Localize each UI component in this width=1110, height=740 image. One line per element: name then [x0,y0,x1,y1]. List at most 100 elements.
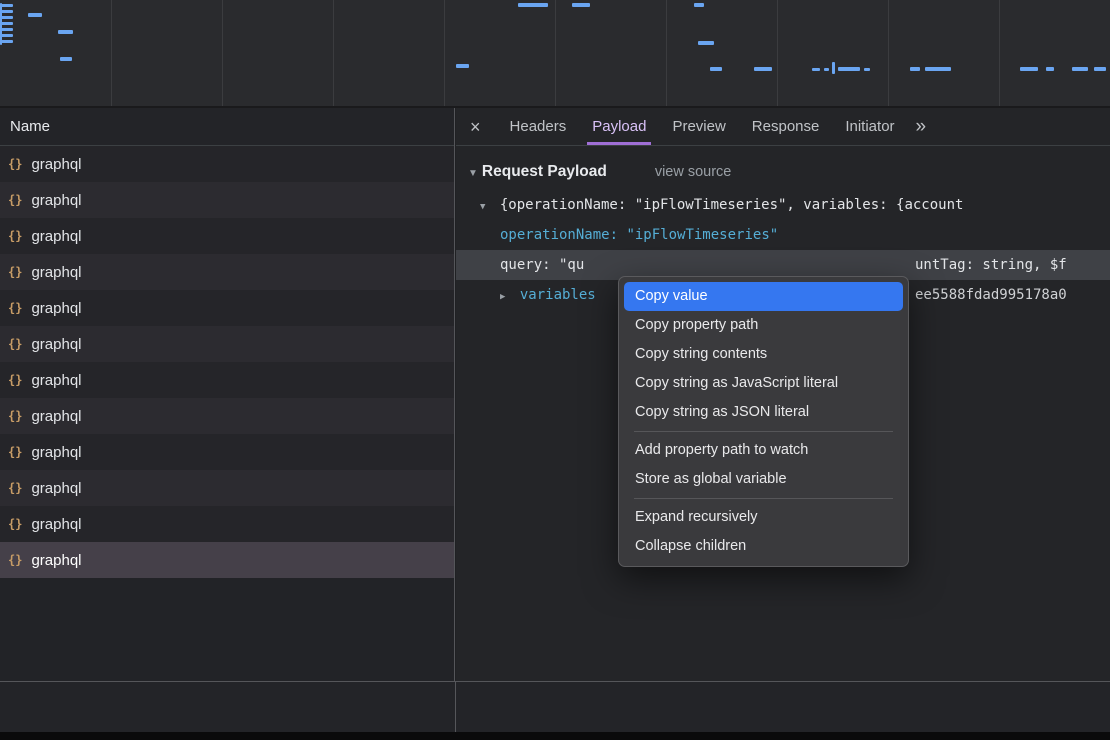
timeline-bar [28,13,42,17]
panel-divider[interactable] [455,682,456,732]
timeline-bar [1,28,13,31]
request-row[interactable]: {} graphql [0,434,454,470]
fetch-icon: {} [8,481,22,495]
property-value: "ipFlowTimeseries" [626,227,778,243]
fetch-icon: {} [8,553,22,567]
timeline-bar [754,67,772,71]
timeline-bar [1,22,13,25]
timeline-bar [812,68,820,71]
request-row[interactable]: {}graphql [0,218,454,254]
menu-item-collapse-children[interactable]: Collapse children [624,532,903,561]
timeline-bar [864,68,870,71]
request-row[interactable]: {} graphql [0,254,454,290]
timeline-bar [1,34,13,37]
disclosure-open-icon[interactable]: ▼ [480,202,485,212]
timeline-gridline [777,0,778,106]
menu-item-copy-string-as-javascript-literal[interactable]: Copy string as JavaScript literal [624,369,903,398]
timeline-gridline [444,0,445,106]
timeline-bar [1020,67,1038,71]
fetch-icon: {} [8,193,22,207]
request-list: {} graphql {} graphql {} graphql {} graphql {} gr… [0,146,454,578]
timeline-gridline [111,0,112,106]
menu-item-copy-string-as-json-literal[interactable]: Copy string as JSON literal [624,398,903,427]
fetch-icon: {} [8,409,22,423]
timeline-bar [1046,67,1054,71]
network-panel: Name {}graphql{}graphql{}graphql{}graphq… [0,108,1110,681]
timeline-bar [698,41,714,45]
menu-separator [634,498,893,499]
fetch-icon: {} [8,265,22,279]
fetch-icon: {} [8,157,22,171]
timeline-bar [824,68,829,71]
request-table: Name {}graphql{}graphql{}graphql{}graphq… [0,108,455,681]
fetch-icon: {} [8,373,22,387]
fetch-icon: {} [8,337,22,351]
close-icon[interactable]: × [470,118,481,136]
fetch-icon: {} [8,301,22,315]
tab-preview[interactable]: Preview [659,108,738,145]
request-name: graphql [31,156,81,173]
tab-payload[interactable]: Payload [579,108,659,145]
payload-preview-text: {operationName: "ipFlowTimeseries", vari… [500,197,964,213]
menu-item-store-as-global-variable[interactable]: Store as global variable [624,465,903,494]
request-name: graphql [31,336,81,353]
request-row[interactable]: {}graphql [0,182,454,218]
property-key: variables [520,287,596,303]
request-name: graphql [31,552,81,569]
overflow-tabs-icon[interactable]: » [916,117,927,136]
tab-strip: HeadersPayloadPreviewResponseInitiator [497,108,908,145]
request-name: graphql [31,480,81,497]
request-row[interactable]: {}graphql [0,398,454,434]
fetch-icon: {} [8,517,22,531]
request-row[interactable]: {} graphql [0,542,454,578]
request-name: graphql [31,264,81,281]
payload-root-row[interactable]: ▼ {operationName: "ipFlowTimeseries", va… [456,190,1110,220]
request-row[interactable]: {} graphql [0,506,454,542]
network-overview[interactable] [0,0,1110,108]
request-name: graphql [31,516,81,533]
menu-item-add-property-path-to-watch[interactable]: Add property path to watch [624,436,903,465]
timeline-gridline [222,0,223,106]
timeline-bar [1072,67,1088,71]
section-disclosure-icon[interactable]: ▼ [468,168,478,179]
request-row[interactable]: {} graphql [0,470,454,506]
fetch-icon: {} [8,445,22,459]
request-name: graphql [31,444,81,461]
timeline-bar [572,3,590,7]
request-name: graphql [31,228,81,245]
menu-item-copy-string-contents[interactable]: Copy string contents [624,340,903,369]
timeline-gridline [999,0,1000,106]
property-key: operationName: [500,227,618,243]
tab-response[interactable]: Response [739,108,833,145]
view-source-link[interactable]: view source [655,164,732,180]
timeline-bar [456,64,469,68]
timeline-gridline [666,0,667,106]
timeline-bar [1,10,13,13]
timeline-bar [1,4,13,7]
request-row[interactable]: {} graphql [0,362,454,398]
timeline-bar [58,30,73,34]
menu-item-copy-value[interactable]: Copy value [624,282,903,311]
timeline-bar [694,3,704,7]
timeline-bar [925,67,951,71]
timeline-bar [60,57,72,61]
menu-item-expand-recursively[interactable]: Expand recursively [624,503,903,532]
request-payload-section: ▼ Request Payload view source [468,163,1110,181]
request-row[interactable]: {} graphql [0,326,454,362]
timeline-bar [1,40,13,43]
section-title: Request Payload [482,163,607,181]
timeline-gridline [888,0,889,106]
request-row[interactable]: {}graphql [0,290,454,326]
menu-separator [634,431,893,432]
disclosure-closed-icon[interactable]: ▶ [500,292,505,302]
variables-right-text: ee5588fdad995178a0 [915,280,1067,310]
request-name: graphql [31,372,81,389]
menu-item-copy-property-path[interactable]: Copy property path [624,311,903,340]
request-row[interactable]: {} graphql [0,146,454,182]
column-header-name[interactable]: Name [0,108,454,146]
tab-headers[interactable]: Headers [497,108,580,145]
timeline-bar [710,67,722,71]
timeline-bar [1094,67,1106,71]
tab-initiator[interactable]: Initiator [832,108,907,145]
operation-name-row[interactable]: operationName: "ipFlowTimeseries" [456,220,1110,250]
